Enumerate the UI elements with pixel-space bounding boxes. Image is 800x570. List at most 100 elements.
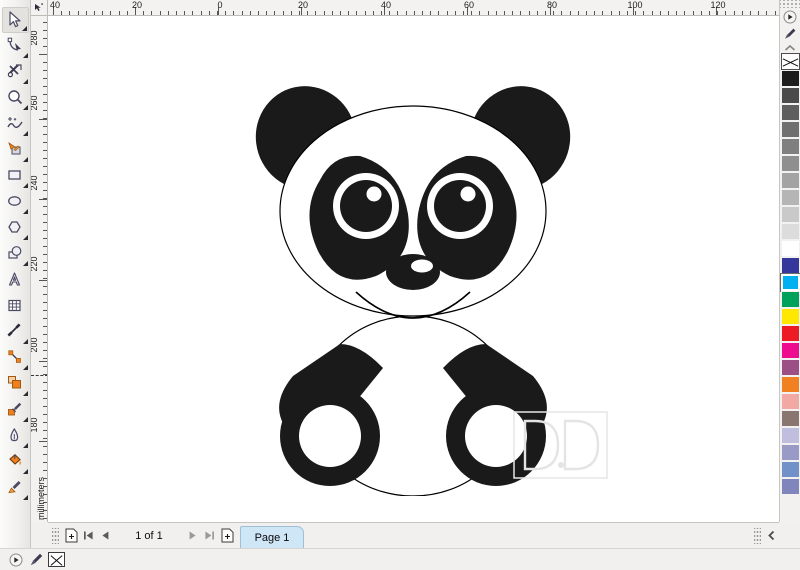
basic-shapes-tool[interactable] [2,241,29,267]
palette-swatch-gray-70[interactable] [780,121,800,138]
flyout-arrow[interactable] [22,131,28,136]
fill-tool[interactable] [2,449,29,475]
dimension-tool[interactable] [2,319,29,345]
horizontal-ruler[interactable]: 4020020406080100120140 [48,0,800,16]
flyout-arrow[interactable] [21,26,27,31]
interactive-fill-tool[interactable] [2,475,29,501]
smart-fill-tool[interactable] [2,137,29,163]
flyout-arrow[interactable] [22,365,28,370]
flyout-arrow[interactable] [22,79,28,84]
palette-swatch-gray-90[interactable] [780,87,800,104]
pick-tool[interactable] [1,7,29,33]
ruler-tick-minor [225,11,227,15]
palette-swatch-yellow[interactable] [780,308,800,325]
ruler-tick-minor [43,126,47,127]
palette-swatch-green[interactable] [780,291,800,308]
flyout-arrow[interactable] [22,261,28,266]
palette-swatch-red[interactable] [780,325,800,342]
flyout-arrow[interactable] [22,443,28,448]
ruler-label: 80 [546,0,558,10]
color-palette[interactable] [779,0,800,522]
prev-page-button[interactable] [97,527,114,545]
flyout-arrow[interactable] [22,209,28,214]
palette-swatch-taupe[interactable] [780,410,800,427]
ruler-tick-minor [77,11,79,15]
palette-scroll-up-button[interactable] [781,42,800,53]
palette-swatch-gray-50[interactable] [780,155,800,172]
first-page-button[interactable] [80,527,97,545]
palette-swatch-orange[interactable] [780,376,800,393]
ruler-tick-minor [274,11,276,15]
first-page-icon [84,531,93,540]
palette-swatch-periwinkle[interactable] [780,444,800,461]
palette-swatch-gray-60[interactable] [780,138,800,155]
flyout-arrow[interactable] [22,417,28,422]
flyout-arrow[interactable] [22,391,28,396]
panda-illustration[interactable] [248,76,578,496]
last-page-button[interactable] [201,527,218,545]
add-page-end-button[interactable] [218,527,236,545]
ruler-unit-label: millimeters [36,476,46,520]
palette-swatch-salmon[interactable] [780,393,800,410]
page-surface[interactable] [48,16,779,522]
palette-eyedropper-button[interactable] [781,25,800,42]
palette-swatch-gray-80[interactable] [780,104,800,121]
add-page-start-button[interactable] [62,527,80,545]
statusbar-play-button[interactable] [6,551,26,569]
magnifier-icon [7,90,22,105]
text-tool[interactable] [2,267,29,293]
palette-swatch-gray-20[interactable] [780,206,800,223]
ruler-tick-minor [43,502,47,503]
vertical-ruler[interactable]: millimeters 280 260 240 220 200 180 [31,16,48,522]
palette-swatch-gray-10[interactable] [780,223,800,240]
zoom-tool[interactable] [2,85,29,111]
pagebar-grip[interactable] [52,527,59,544]
statusbar-eyedropper-button[interactable] [26,551,46,569]
pagebar-grip-right[interactable] [754,527,761,544]
next-page-button[interactable] [184,527,201,545]
page-tab-page-1[interactable]: Page 1 [240,525,304,549]
color-eyedropper-tool[interactable] [2,397,29,423]
flyout-arrow[interactable] [22,183,28,188]
palette-swatch-none[interactable] [780,53,800,70]
palette-swatch-slate-blue[interactable] [780,478,800,495]
flyout-arrow[interactable] [22,469,28,474]
palette-swatch-plum[interactable] [780,359,800,376]
palette-swatch-white[interactable] [780,240,800,257]
flyout-arrow[interactable] [22,157,28,162]
rectangle-tool[interactable] [2,163,29,189]
flyout-arrow[interactable] [22,339,28,344]
palette-swatch-magenta[interactable] [780,342,800,359]
palette-play-button[interactable] [781,8,800,25]
connector-tool[interactable] [2,345,29,371]
palette-grip[interactable] [779,0,800,8]
blend-tool[interactable] [2,371,29,397]
polygon-tool[interactable] [2,215,29,241]
statusbar-fill-none-swatch[interactable] [48,552,65,567]
ruler-origin-corner[interactable] [31,0,48,16]
palette-swatch-cyan[interactable] [779,273,800,292]
ellipse-tool[interactable] [2,189,29,215]
table-tool[interactable] [2,293,29,319]
flyout-arrow[interactable] [22,495,28,500]
palette-swatch-dark-blue[interactable] [780,257,800,274]
pagebar-collapse-button[interactable] [763,527,779,545]
drawing-canvas[interactable] [48,16,779,522]
freehand-tool[interactable] [2,111,29,137]
outline-tool[interactable] [2,423,29,449]
letter-a-icon [8,272,20,286]
flyout-arrow[interactable] [22,105,28,110]
palette-swatch-lavender[interactable] [780,427,800,444]
crop-tool[interactable] [2,59,29,85]
flyout-arrow[interactable] [22,53,28,58]
palette-swatch-black[interactable] [780,70,800,87]
palette-swatch-gray-40[interactable] [780,172,800,189]
palette-swatch-list[interactable] [779,53,800,495]
ruler-tick-minor [151,11,153,15]
ruler-tick-minor [635,11,637,15]
flyout-arrow[interactable] [22,235,28,240]
palette-swatch-gray-30[interactable] [780,189,800,206]
palette-swatch-steel-blue[interactable] [780,461,800,478]
shape-tool[interactable] [2,33,29,59]
ruler-tick-minor [43,438,47,439]
